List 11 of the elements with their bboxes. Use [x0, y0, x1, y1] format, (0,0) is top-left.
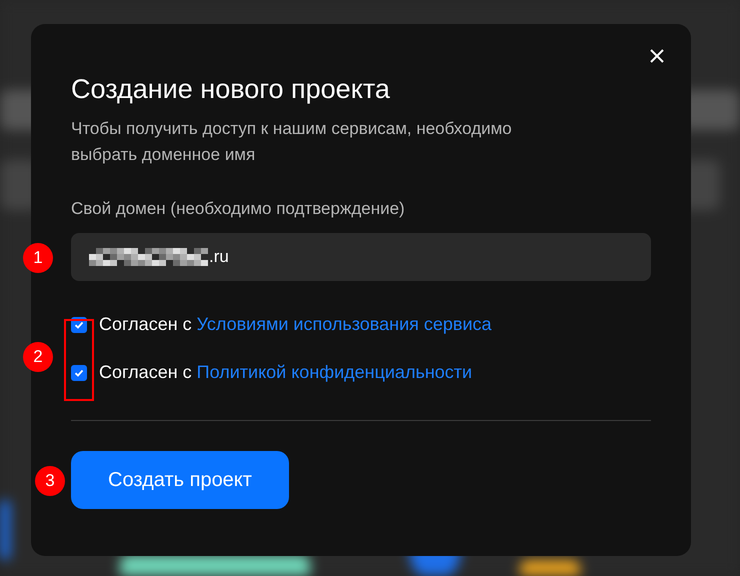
agreement-link[interactable]: Политикой конфиденциальности — [196, 362, 472, 382]
agreement-text: Согласен с Условиями использования сервиса — [99, 315, 492, 334]
create-project-button[interactable]: Создать проект — [71, 451, 289, 509]
domain-input-field[interactable]: .ru — [71, 233, 651, 281]
dialog-title: Создание нового проекта — [71, 74, 391, 104]
domain-value: .ru — [209, 247, 229, 267]
agreement-link[interactable]: Условиями использования сервиса — [196, 314, 492, 334]
field-label: Свой домен (необходимо подтверждение) — [71, 198, 406, 220]
agreement-text: Согласен с Политикой конфиденциальности — [99, 363, 472, 382]
dialog-description: Чтобы получить доступ к нашим сервисам, необходимо выбрать доменное имя — [71, 118, 513, 166]
checkbox[interactable] — [71, 364, 87, 380]
